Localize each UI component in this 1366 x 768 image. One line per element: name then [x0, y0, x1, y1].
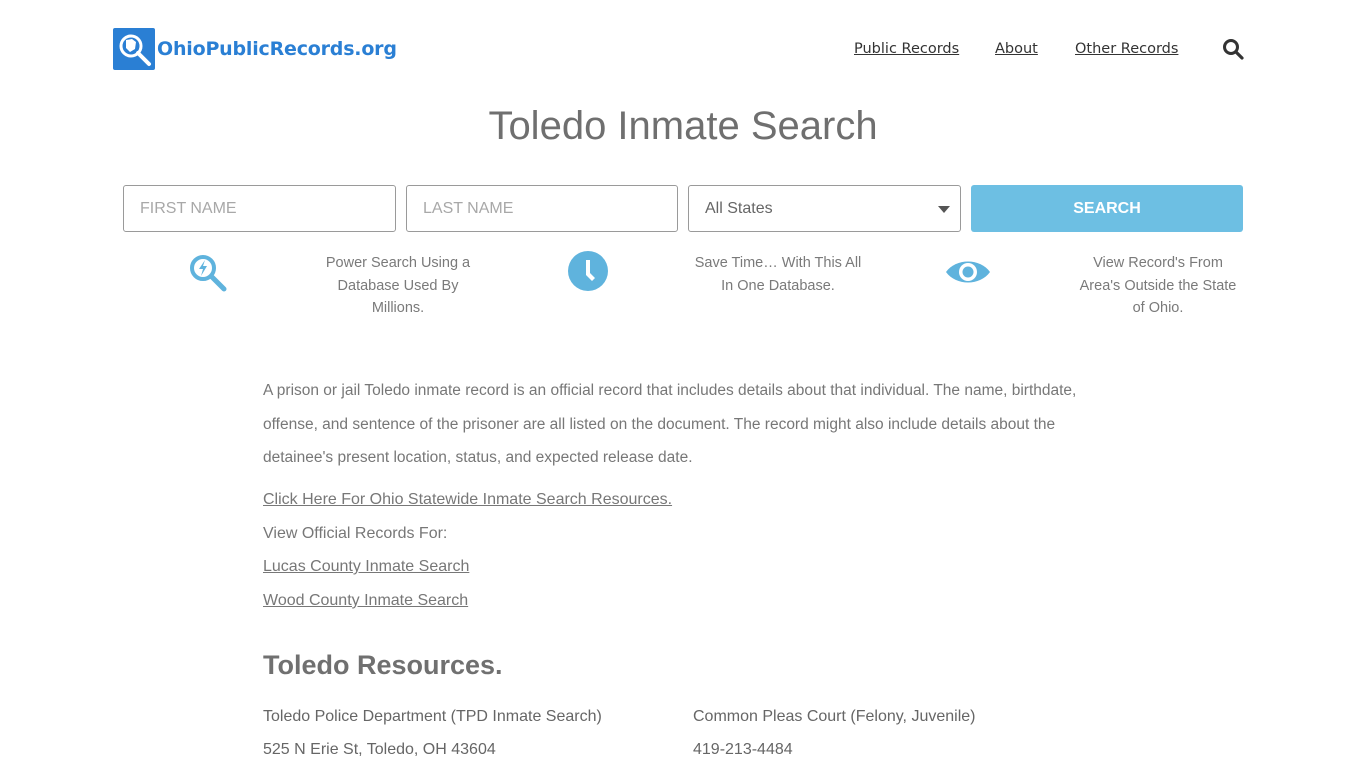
resource-name: Common Pleas Court (Felony, Juvenile) — [693, 708, 976, 725]
last-name-field — [406, 185, 678, 232]
lucas-county-link[interactable]: Lucas County Inmate Search — [263, 558, 469, 576]
site-header: OhioPublicRecords.org Public Records Abo… — [0, 0, 1366, 100]
search-button[interactable]: SEARCH — [971, 185, 1243, 232]
resources-title: Toledo Resources. — [263, 650, 503, 680]
state-select[interactable]: All States — [688, 185, 961, 232]
chevron-down-icon — [938, 206, 950, 213]
power-search-icon — [188, 253, 228, 298]
site-logo[interactable]: OhioPublicRecords.org — [113, 28, 397, 70]
page-title: Toledo Inmate Search — [488, 104, 878, 148]
nav-about[interactable]: About — [995, 41, 1038, 57]
logo-magnifier-icon — [113, 28, 155, 70]
intro-paragraph: A prison or jail Toledo inmate record is… — [263, 382, 1077, 466]
first-name-input[interactable] — [124, 186, 395, 231]
resource-detail: 525 N Erie St, Toledo, OH 43604 — [263, 741, 496, 758]
nav-public-records[interactable]: Public Records — [854, 41, 959, 57]
view-official-label: View Official Records For: — [263, 525, 448, 542]
wood-county-link[interactable]: Wood County Inmate Search — [263, 592, 468, 610]
first-name-field — [123, 185, 396, 232]
last-name-input[interactable] — [407, 186, 677, 231]
search-icon[interactable] — [1222, 38, 1244, 60]
state-select-value: All States — [705, 199, 773, 217]
clock-icon — [568, 251, 608, 296]
nav-other-records[interactable]: Other Records — [1075, 41, 1178, 57]
feature-text-time: Save Time… With This All In One Database… — [694, 255, 862, 294]
logo-text: OhioPublicRecords.org — [157, 38, 397, 60]
feature-text-outside: View Record's From Area's Outside the St… — [1079, 255, 1237, 316]
resource-detail: 419-213-4484 — [693, 741, 793, 758]
resource-name: Toledo Police Department (TPD Inmate Sea… — [263, 708, 602, 725]
feature-text-power: Power Search Using a Database Used By Mi… — [325, 255, 471, 316]
statewide-link[interactable]: Click Here For Ohio Statewide Inmate Sea… — [263, 491, 672, 509]
eye-icon — [944, 255, 992, 294]
